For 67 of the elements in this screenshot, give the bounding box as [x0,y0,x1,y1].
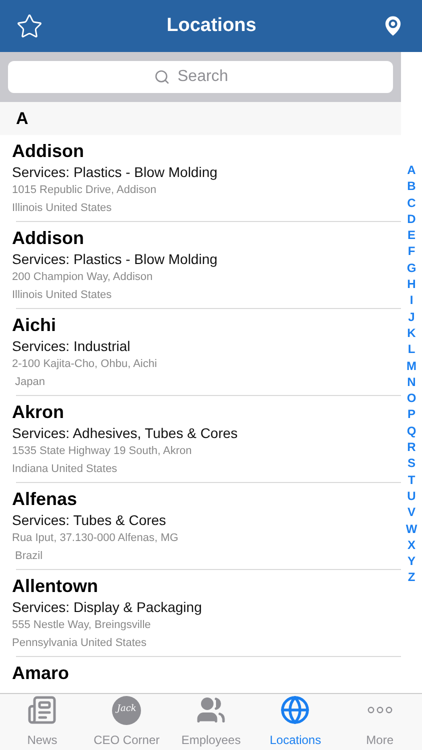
index-letter[interactable]: D [407,210,416,228]
index-letter[interactable]: S [407,455,416,472]
globe-icon [280,695,310,725]
index-letter[interactable]: L [408,341,416,358]
search-input[interactable]: Search [178,65,248,89]
index-letter[interactable]: O [406,390,416,406]
address-text: Rua Iput, 37.130-000 Alfenas, MG [12,531,180,546]
index-letter[interactable]: W [406,520,418,537]
people-icon [196,695,226,725]
services-text: Services: Adhesives, Tubes & Cores [12,424,239,443]
location-name[interactable]: Addison [12,227,401,249]
services-text: Services: Industrial [12,337,132,356]
index-letter[interactable]: V [407,504,416,521]
services-text: Services: Display & Packaging [12,598,203,617]
region-text: Brazil [14,549,44,564]
index-letter[interactable]: R [407,439,416,456]
location-name[interactable]: Amaro [12,662,401,684]
index-letter[interactable]: A [407,162,416,178]
index-letter[interactable]: M [406,358,416,374]
location-name[interactable]: Addison [12,140,401,162]
logo-icon: Jack [112,696,142,724]
address-text: 200 Champion Way, Addison [12,270,154,285]
star-icon[interactable] [16,12,43,40]
index-letter[interactable]: T [408,472,416,488]
index-letter[interactable]: U [407,488,416,504]
index-letter[interactable]: Q [406,422,416,440]
location-name[interactable]: Alfenas [12,488,401,510]
more-icon [366,706,393,714]
search-field[interactable]: Search [8,61,393,93]
location-name[interactable]: Aichi [12,314,401,336]
index-letter[interactable]: B [407,178,416,195]
services-text: Services: Tubes & Cores [12,511,168,530]
index-letter[interactable]: I [410,292,414,309]
location-name[interactable]: Allentown [12,575,401,597]
index-letter[interactable]: G [406,260,416,276]
header-title: Locations [166,14,256,38]
index-letter[interactable]: C [407,194,416,211]
address-text: 2-100 Kajita-Cho, Ohbu, Aichi [12,357,158,372]
index-letter[interactable]: E [407,227,416,244]
region-text: Illinois United States [12,201,113,216]
index-letter[interactable]: P [407,406,416,423]
address-text: 1015 Republic Drive, Addison [12,183,158,198]
index-letter[interactable]: F [408,243,416,260]
region-text: Japan [14,375,46,390]
services-text: Services: Plastics - Blow Molding [12,163,218,182]
tab-item[interactable]: Locations [253,694,338,750]
newspaper-icon [27,695,58,725]
address-text: 1535 State Highway 19 South, Akron [12,444,193,459]
index-letter[interactable]: X [407,536,416,554]
region-text: Illinois United States [12,288,113,303]
index-letter[interactable]: H [407,276,416,292]
tab-item[interactable]: Jack CEO Corner [84,694,169,750]
tab-item[interactable]: News [0,694,84,750]
tab-item[interactable]: More [338,694,422,750]
region-text: Indiana United States [12,462,118,477]
region-text: Pennsylvania United States [12,636,148,651]
index-letter[interactable]: K [407,324,416,342]
section-title: A [16,108,28,130]
search-icon [154,69,170,85]
tab-item[interactable]: Employees [168,694,254,750]
index-letter[interactable]: Z [408,569,416,586]
services-text: Services: Plastics - Blow Molding [12,250,218,269]
index-letter[interactable]: Y [407,553,416,570]
location-name[interactable]: Akron [12,401,401,423]
index-letter[interactable]: J [408,308,415,325]
index-letter[interactable]: N [407,374,416,390]
address-text: 555 Nestle Way, Breingsville [12,618,152,633]
